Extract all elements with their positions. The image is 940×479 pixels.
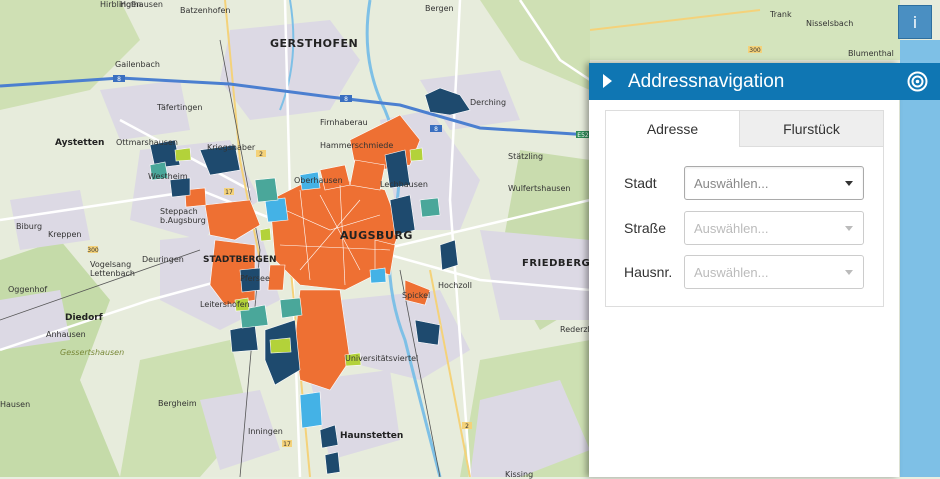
map-label-blumenthal: Blumenthal xyxy=(848,49,894,58)
road-shield-a8-east: 8 xyxy=(434,126,438,133)
address-navigation-panel: Addressnavigation Adresse Flurstück Stad… xyxy=(589,63,940,477)
map-label-westheim: Westheim xyxy=(148,172,188,181)
map-label-hammerschmiede: Hammerschmiede xyxy=(320,141,394,150)
road-shield-a8-west: 8 xyxy=(117,76,121,83)
map-label-inningen: Inningen xyxy=(248,427,283,436)
info-button[interactable]: i xyxy=(898,5,932,39)
map-label-hochzoll: Hochzoll xyxy=(438,281,472,290)
map-label-gailenbach: Gailenbach xyxy=(115,60,160,69)
address-form: Adresse Flurstück Stadt Auswählen... Str… xyxy=(605,110,884,307)
map-label-spickel: Spickel xyxy=(402,291,431,300)
field-label-strasse: Straße xyxy=(624,220,667,236)
map-label-oggenhof: Oggenhof xyxy=(8,285,48,294)
map-label-vogelsang: Vogelsang Lettenbach xyxy=(90,260,135,278)
tab-flurstueck[interactable]: Flurstück xyxy=(740,111,883,146)
map-label-diedorf: Diedorf xyxy=(65,313,103,323)
map-label-steppach: Steppach b.Augsburg xyxy=(160,207,206,225)
map-label-augsburg: AUGSBURG xyxy=(340,229,413,242)
map-label-universitaetsviertel: Universitätsviertel xyxy=(345,354,419,363)
map-label-hausen: Hausen xyxy=(0,400,31,409)
field-row-strasse: Straße Auswählen... xyxy=(624,211,869,245)
map-label-nisselsbach: Nisselsbach xyxy=(806,19,854,28)
road-shield-b17-south: 17 xyxy=(283,441,291,448)
map-label-lechhausen: Lechhausen xyxy=(380,180,428,189)
hausnr-select-placeholder: Auswählen... xyxy=(694,265,769,280)
map-label-stuetzling: Stätzling xyxy=(508,152,544,161)
map-label-gessertshausen: Gessertshausen xyxy=(60,348,125,357)
map-label-biburg: Biburg xyxy=(16,222,43,231)
map-label-ottmarshausen: Ottmarshausen xyxy=(116,138,178,147)
map-label-leitershofen: Leitershofen xyxy=(200,300,250,309)
field-label-stadt: Stadt xyxy=(624,175,657,191)
road-shield-b2-north: 2 xyxy=(259,151,263,158)
map-label-oberhausen: Oberhausen xyxy=(294,176,343,185)
road-shield-b300-ne: 300 xyxy=(749,47,761,54)
road-shield-b17-north: 17 xyxy=(225,189,233,196)
panel-header: Addressnavigation xyxy=(589,63,940,100)
map-label-bergen: Bergen xyxy=(425,4,454,13)
chevron-down-icon xyxy=(845,181,853,186)
map-label-bergheim: Bergheim xyxy=(158,399,197,408)
chevron-down-icon xyxy=(845,270,853,275)
map-label-wulfertshausen: Wulfertshausen xyxy=(508,184,571,193)
map-label-kriegshaber: Kriegshaber xyxy=(207,143,256,152)
map-label-hofhausen: Hofhausen xyxy=(120,0,163,9)
road-shield-a8-mid: 8 xyxy=(344,96,348,103)
map-label-taefertingen: Täfertingen xyxy=(157,103,203,112)
field-row-hausnr: Hausnr. Auswählen... xyxy=(624,255,869,289)
map-label-firnhaberau: Firnhaberau xyxy=(320,118,368,127)
map-label-aystetten: Aystetten xyxy=(55,138,105,148)
strasse-select[interactable]: Auswählen... xyxy=(684,211,864,245)
road-shield-b300: 300 xyxy=(87,247,99,254)
map-label-batzenhofen: Batzenhofen xyxy=(180,6,231,15)
field-row-stadt: Stadt Auswählen... xyxy=(624,166,869,200)
map-label-deuringen: Deuringen xyxy=(142,255,184,264)
road-shield-e52: E52 xyxy=(577,132,589,139)
map-label-friedberg: FRIEDBERG xyxy=(522,258,591,269)
map-label-haunstetten: Haunstetten xyxy=(340,431,404,441)
road-shield-b2-south: 2 xyxy=(465,423,469,430)
map-label-pfersee: Pfersee xyxy=(240,274,270,283)
tab-bar: Adresse Flurstück xyxy=(606,111,883,147)
map-label-gersthofen: GERSTHOFEN xyxy=(270,37,359,50)
map-label-anhausen: Anhausen xyxy=(46,330,86,339)
tab-adresse[interactable]: Adresse xyxy=(606,111,740,147)
strasse-select-placeholder: Auswählen... xyxy=(694,221,769,236)
hausnr-select[interactable]: Auswählen... xyxy=(684,255,864,289)
collapse-toggle-icon[interactable] xyxy=(603,74,612,88)
map-label-kreppen: Kreppen xyxy=(48,230,82,239)
target-icon[interactable] xyxy=(907,71,928,92)
info-icon: i xyxy=(912,12,918,32)
panel-title: Addressnavigation xyxy=(628,71,785,92)
stadt-select[interactable]: Auswählen... xyxy=(684,166,864,200)
map-label-derching: Derching xyxy=(470,98,507,107)
field-label-hausnr: Hausnr. xyxy=(624,264,673,280)
stadt-select-placeholder: Auswählen... xyxy=(694,176,769,191)
map-label-trank: Trank xyxy=(770,10,792,19)
map-label-stadtbergen: STADTBERGEN xyxy=(203,255,277,265)
map-label-kissing: Kissing xyxy=(505,470,534,479)
chevron-down-icon xyxy=(845,226,853,231)
